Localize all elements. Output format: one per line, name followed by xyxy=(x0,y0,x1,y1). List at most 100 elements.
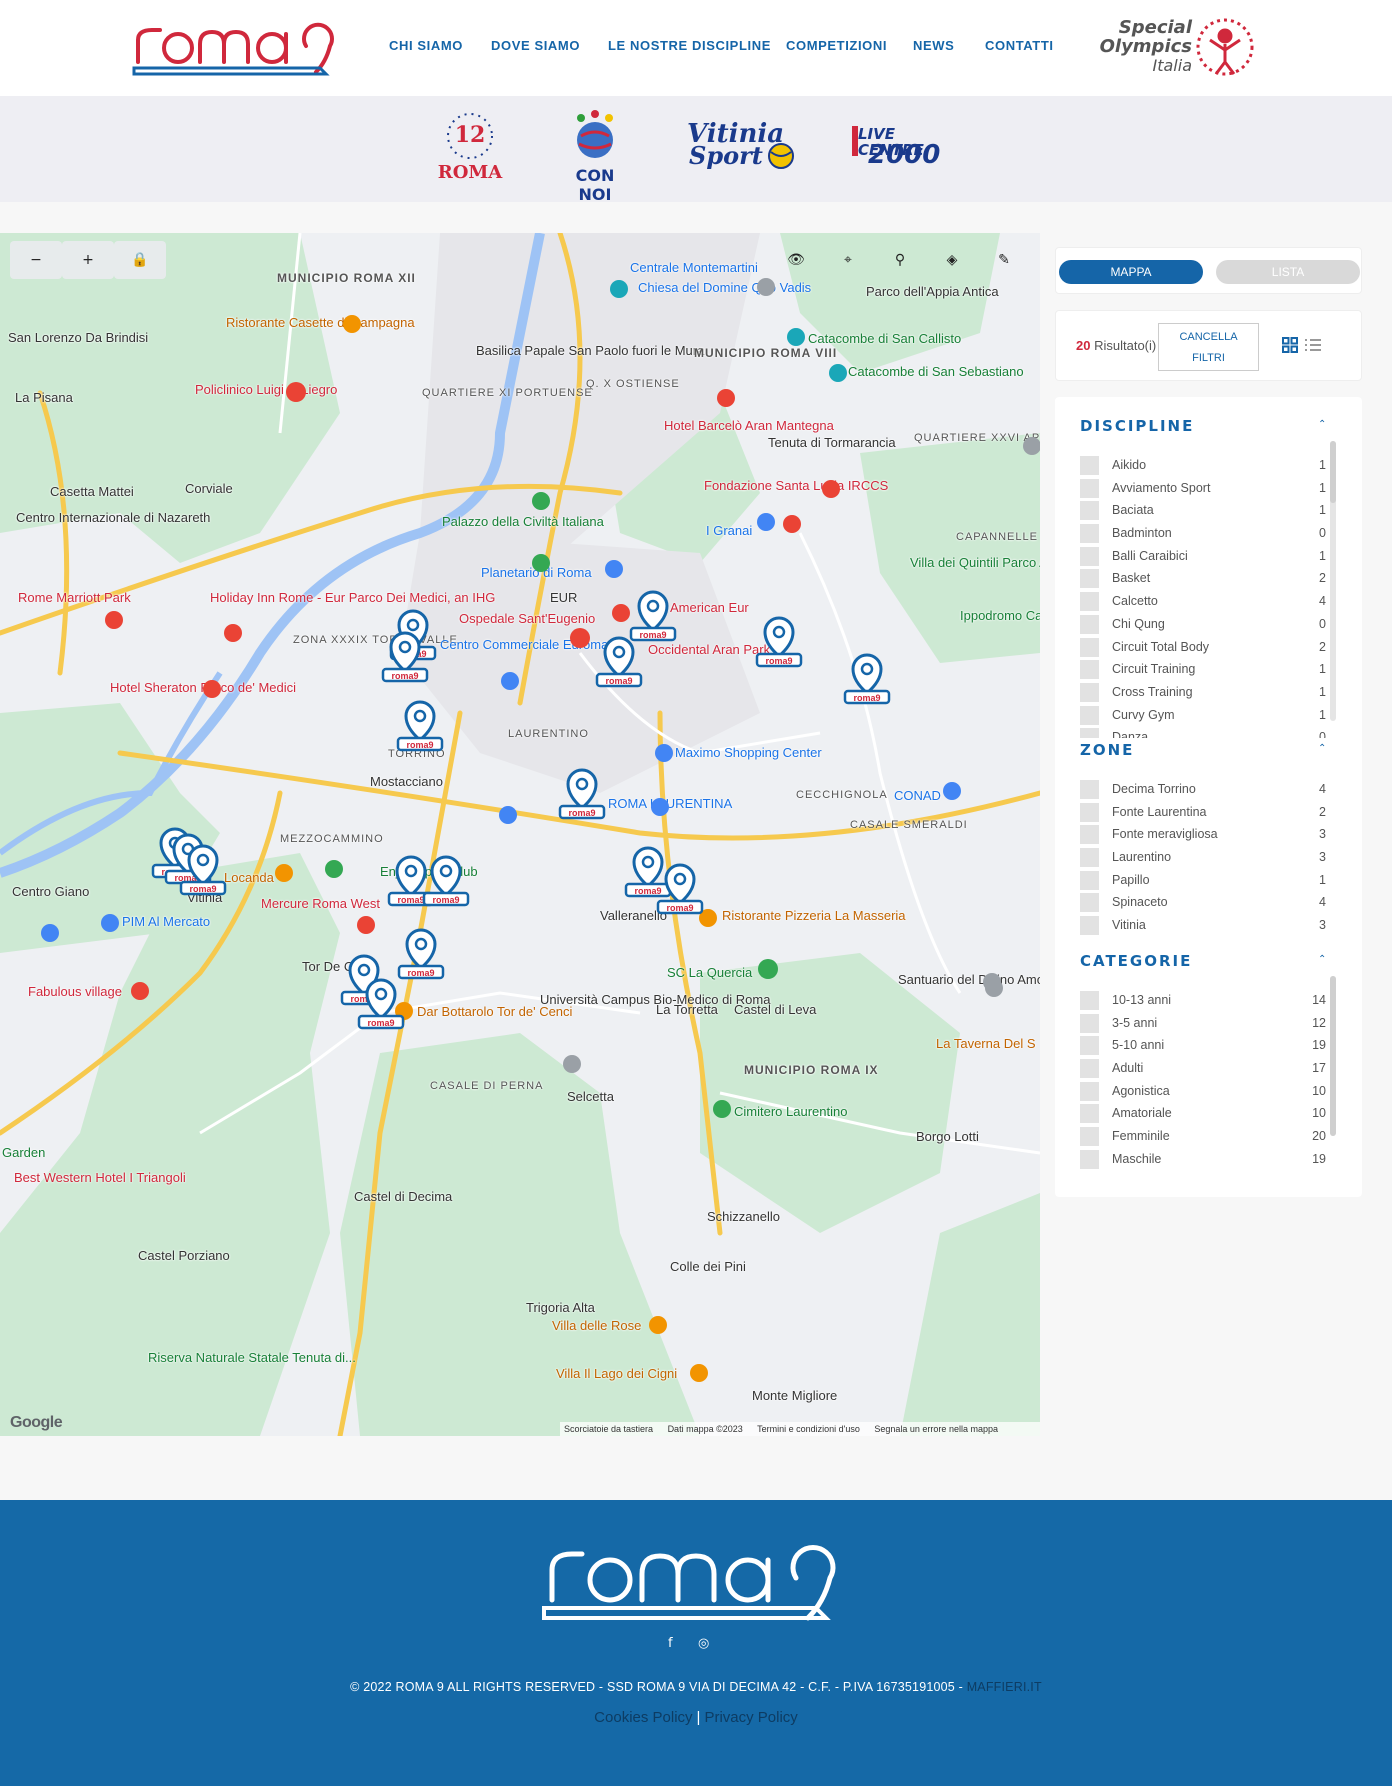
filter-checkbox[interactable] xyxy=(1080,660,1099,680)
partner-logo-con-noi[interactable]: CON NOI xyxy=(561,108,629,204)
filter-row[interactable]: Calcetto 4 xyxy=(1080,589,1330,612)
roma9-location-pin[interactable]: roma9 xyxy=(178,844,228,898)
filter-row[interactable]: Spinaceto 4 xyxy=(1080,890,1330,913)
crosshair-icon[interactable]: ⌖ xyxy=(822,241,874,279)
filter-row[interactable]: Baciata 1 xyxy=(1080,498,1330,521)
filter-row[interactable]: 10-13 anni 14 xyxy=(1080,988,1330,1011)
filter-row[interactable]: Avviamento Sport 1 xyxy=(1080,476,1330,499)
filter-row[interactable]: Femminile 20 xyxy=(1080,1124,1330,1147)
filter-checkbox[interactable] xyxy=(1080,637,1099,657)
list-view-icon[interactable] xyxy=(1304,337,1322,353)
map-footer-link[interactable]: Termini e condizioni d'uso xyxy=(757,1424,860,1434)
discipline-scrollthumb[interactable] xyxy=(1330,441,1336,503)
roma9-location-pin[interactable]: roma9 xyxy=(655,863,705,917)
roma9-location-pin[interactable]: roma9 xyxy=(842,653,892,707)
filter-checkbox[interactable] xyxy=(1080,524,1099,544)
filter-row[interactable]: Fonte Laurentina 2 xyxy=(1080,800,1330,823)
filter-checkbox[interactable] xyxy=(1080,1081,1099,1101)
nav-le-nostre-discipline[interactable]: LE NOSTRE DISCIPLINE xyxy=(608,38,771,53)
filter-row[interactable]: 3-5 anni 12 xyxy=(1080,1011,1330,1034)
filter-row[interactable]: Amatoriale 10 xyxy=(1080,1101,1330,1124)
grid-view-icon[interactable] xyxy=(1282,337,1298,353)
filter-checkbox[interactable] xyxy=(1080,1149,1099,1169)
filter-row[interactable]: Basket 2 xyxy=(1080,566,1330,589)
filter-row[interactable]: Papillo 1 xyxy=(1080,868,1330,891)
filter-checkbox[interactable] xyxy=(1080,1127,1099,1147)
filter-checkbox[interactable] xyxy=(1080,991,1099,1010)
clear-filters-button[interactable]: CANCELLA FILTRI xyxy=(1158,323,1259,371)
nav-news[interactable]: NEWS xyxy=(913,38,954,53)
roma9-location-pin[interactable]: roma9 xyxy=(396,928,446,982)
filter-row[interactable]: Aikido 1 xyxy=(1080,453,1330,476)
map-footer-link[interactable]: Segnala un errore nella mappa xyxy=(874,1424,998,1434)
filter-checkbox[interactable] xyxy=(1080,802,1099,822)
zoom-out-icon[interactable]: − xyxy=(10,241,62,279)
filter-checkbox[interactable] xyxy=(1080,1013,1099,1033)
filter-row[interactable]: 5-10 anni 19 xyxy=(1080,1033,1330,1056)
lock-icon[interactable]: 🔒 xyxy=(114,241,166,279)
filter-checkbox[interactable] xyxy=(1080,825,1099,845)
partner-logo-12-roma[interactable]: 12 ROMA xyxy=(437,108,503,188)
chevron-up-icon[interactable]: ⌃ xyxy=(1318,419,1326,430)
filter-row[interactable]: Danza 0 xyxy=(1080,725,1330,738)
chevron-up-icon[interactable]: ⌃ xyxy=(1318,743,1326,754)
filter-checkbox[interactable] xyxy=(1080,916,1099,936)
filter-row[interactable]: Laurentino 3 xyxy=(1080,845,1330,868)
filter-checkbox[interactable] xyxy=(1080,1104,1099,1124)
pencil-icon[interactable]: ✎ xyxy=(978,241,1030,279)
zoom-in-icon[interactable]: + xyxy=(62,241,114,279)
eye-icon[interactable]: 👁 xyxy=(770,241,822,279)
roma9-location-pin[interactable]: roma9 xyxy=(395,700,445,754)
roma9-location-pin[interactable]: roma9 xyxy=(356,978,406,1032)
filter-row[interactable]: Decima Torrino 4 xyxy=(1080,777,1330,800)
filter-row[interactable]: Cross Training 1 xyxy=(1080,680,1330,703)
filter-checkbox[interactable] xyxy=(1080,614,1099,634)
map-view-button[interactable]: MAPPA xyxy=(1059,260,1203,284)
nav-competizioni[interactable]: COMPETIZIONI xyxy=(786,38,887,53)
footer-roma9-logo[interactable] xyxy=(538,1534,843,1626)
filter-row[interactable]: Maschile 19 xyxy=(1080,1147,1330,1170)
roma9-location-pin[interactable]: roma9 xyxy=(380,631,430,685)
filter-row[interactable]: Balli Caraibici 1 xyxy=(1080,544,1330,567)
layers-icon[interactable]: ◈ xyxy=(926,241,978,279)
partner-logo-live-centre-2000[interactable]: LIVE CENTRE 2000 xyxy=(852,108,942,188)
filter-row[interactable]: Adulti 17 xyxy=(1080,1056,1330,1079)
nav-dove-siamo[interactable]: DOVE SIAMO xyxy=(491,38,580,53)
nav-chi-siamo[interactable]: CHI SIAMO xyxy=(389,38,463,53)
filter-checkbox[interactable] xyxy=(1080,848,1099,868)
filter-checkbox[interactable] xyxy=(1080,456,1099,475)
special-olympics-logo[interactable]: Special Olympics Italia xyxy=(1082,16,1257,80)
filter-row[interactable]: Circuit Total Body 2 xyxy=(1080,635,1330,658)
filter-row[interactable]: Curvy Gym 1 xyxy=(1080,703,1330,726)
filter-checkbox[interactable] xyxy=(1080,870,1099,890)
marker-icon[interactable]: ⚲ xyxy=(874,241,926,279)
map-container[interactable]: MUNICIPIO ROMA XII San Lorenzo Da Brindi… xyxy=(0,233,1040,1436)
filter-checkbox[interactable] xyxy=(1080,780,1099,799)
categorie-scrollthumb[interactable] xyxy=(1330,976,1336,1136)
roma9-location-pin[interactable]: roma9 xyxy=(754,616,804,670)
filter-row[interactable]: Agonistica 10 xyxy=(1080,1079,1330,1102)
credit-link[interactable]: MAFFIERI.IT xyxy=(967,1680,1042,1694)
filter-checkbox[interactable] xyxy=(1080,569,1099,589)
filter-row[interactable]: Badminton 0 xyxy=(1080,521,1330,544)
nav-contatti[interactable]: CONTATTI xyxy=(985,38,1054,53)
facebook-icon[interactable]: f xyxy=(668,1636,673,1651)
filter-checkbox[interactable] xyxy=(1080,546,1099,566)
filter-checkbox[interactable] xyxy=(1080,501,1099,521)
privacy-policy-link[interactable]: Privacy Policy xyxy=(704,1709,797,1726)
categorie-scrollbar[interactable] xyxy=(1330,976,1336,1136)
roma9-logo[interactable] xyxy=(130,16,338,80)
list-view-button[interactable]: LISTA xyxy=(1216,260,1360,284)
cookies-policy-link[interactable]: Cookies Policy xyxy=(594,1709,692,1726)
discipline-scrollbar[interactable] xyxy=(1330,441,1336,721)
filter-checkbox[interactable] xyxy=(1080,1059,1099,1079)
filter-checkbox[interactable] xyxy=(1080,728,1099,738)
filter-checkbox[interactable] xyxy=(1080,682,1099,702)
filter-row[interactable]: Chi Qung 0 xyxy=(1080,612,1330,635)
filter-row[interactable]: Circuit Training 1 xyxy=(1080,657,1330,680)
roma9-location-pin[interactable]: roma9 xyxy=(421,855,471,909)
filter-checkbox[interactable] xyxy=(1080,893,1099,913)
chevron-up-icon[interactable]: ⌃ xyxy=(1318,954,1326,965)
roma9-location-pin[interactable]: roma9 xyxy=(557,768,607,822)
filter-checkbox[interactable] xyxy=(1080,478,1099,498)
